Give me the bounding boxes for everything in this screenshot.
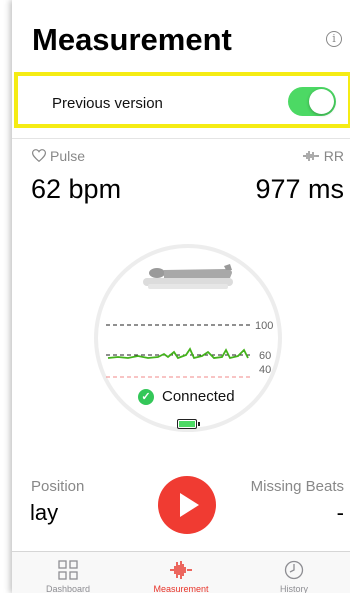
play-button[interactable] xyxy=(158,476,216,534)
previous-version-label: Previous version xyxy=(52,95,163,112)
missing-beats-label: Missing Beats xyxy=(250,478,344,495)
position-value: lay xyxy=(30,500,59,525)
tab-label: Dashboard xyxy=(45,584,91,593)
tab-measurement[interactable]: Measurement xyxy=(125,552,237,593)
battery-fill xyxy=(179,421,195,427)
app-screen: Measurement i Previous version Pulse RR … xyxy=(12,0,350,593)
toggle-knob xyxy=(309,89,334,114)
rr-label-group: RR xyxy=(302,148,344,164)
waveform-icon xyxy=(170,561,192,579)
battery-icon xyxy=(177,419,200,429)
scale-60: 60 xyxy=(259,350,271,362)
pulse-trace xyxy=(107,347,249,360)
play-icon xyxy=(180,493,199,517)
checkmark-icon: ✓ xyxy=(138,389,154,405)
tab-label: Measurement xyxy=(153,584,209,593)
scale-100: 100 xyxy=(255,320,273,332)
pulse-value: 62 bpm xyxy=(31,174,122,204)
tab-label: History xyxy=(279,584,308,593)
divider xyxy=(12,138,350,139)
heart-outline-icon xyxy=(31,149,47,163)
tab-bar: Dashboard Measurement History xyxy=(12,551,350,593)
tab-history[interactable]: History xyxy=(238,552,350,593)
connection-status: Connected xyxy=(162,388,235,405)
position-label: Position xyxy=(31,478,85,495)
waveform-icon xyxy=(302,151,319,161)
page-title: Measurement xyxy=(32,22,232,57)
rr-value: 977 ms xyxy=(255,174,344,204)
scale-40: 40 xyxy=(259,364,271,376)
tab-dashboard[interactable]: Dashboard xyxy=(12,552,124,593)
previous-version-row: Previous version xyxy=(14,72,350,128)
missing-beats-value: - xyxy=(336,500,344,525)
pulse-label-group: Pulse xyxy=(31,148,86,164)
rr-label: RR xyxy=(323,148,344,164)
previous-version-toggle[interactable] xyxy=(288,87,336,116)
info-icon[interactable]: i xyxy=(326,31,342,47)
clock-icon xyxy=(284,560,304,580)
lying-person-icon xyxy=(143,264,233,289)
pulse-label: Pulse xyxy=(50,148,86,164)
grid-icon xyxy=(58,560,78,580)
